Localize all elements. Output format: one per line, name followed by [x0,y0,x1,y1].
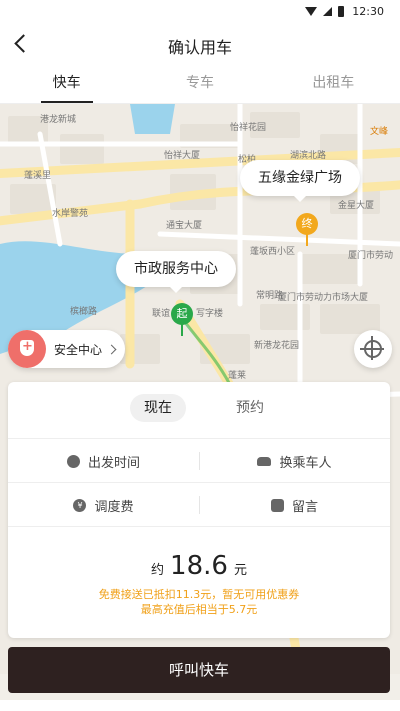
map-label: 厦门市劳动 [348,251,394,261]
end-pin: 终 [296,213,318,235]
start-pin-stem [181,324,183,336]
signal-icon [323,7,333,16]
options-row-2: ¥ 调度费 留言 [8,482,390,526]
yen-icon: ¥ [73,498,87,512]
map-label: 通宝大厦 [166,221,203,231]
map-label: 槟榔路 [70,307,98,317]
battery-icon [338,6,345,17]
price-estimate[interactable]: 约 18.6 元 免费接送已抵扣11.3元，暂无可用优惠券 最高充值后相当于5.… [8,526,390,638]
locate-button[interactable] [354,330,392,368]
dispatch-fee-label: 调度费 [94,499,134,515]
map-label: 蓬坂西小区 [250,247,296,257]
time-mode-switch: 现在 预约 [8,394,390,424]
chevron-right-icon [106,344,117,354]
service-tabs: 快车 专车 出租车 [0,64,400,104]
car-icon [257,456,272,466]
map-label: 写字楼 [196,309,224,319]
price-line: 约 18.6 元 [8,551,390,581]
order-card: 现在 预约 出发时间 换乘车人 ¥ 调度费 留言 约 18.6 元 免费接送已抵… [8,382,390,638]
price-value: 18.6 [170,551,228,581]
status-icons: 12:30 [305,5,384,18]
tab-express[interactable]: 快车 [0,64,133,103]
options-row-1: 出发时间 换乘车人 [8,438,390,482]
price-prefix: 约 [151,563,165,578]
crosshair-icon [360,348,384,350]
end-pin-stem [306,234,308,246]
departure-time-option[interactable]: 出发时间 [8,439,199,483]
wifi-icon [305,7,318,16]
price-unit: 元 [233,563,247,578]
message-icon [270,498,284,512]
dispatch-fee-option[interactable]: ¥ 调度费 [8,483,199,527]
map-label: 文峰 [370,127,389,137]
bottom-safe-area [0,700,400,711]
map-label: 水岸警苑 [52,209,89,219]
departure-time-label: 出发时间 [87,455,140,471]
shield-icon [8,330,46,368]
message-option[interactable]: 留言 [199,483,390,527]
map-label: 怡祥花园 [230,123,267,133]
call-express-button[interactable]: 呼叫快车 [8,647,390,693]
message-label: 留言 [291,499,318,515]
mode-now-button[interactable]: 现在 [130,394,186,422]
clock-icon [66,454,80,468]
header: 确认用车 [0,24,400,64]
map-label: 新港龙花园 [254,341,300,351]
map-label: 蓬莱 [228,371,247,381]
map-label: 联谊 [152,309,171,319]
map-label: 怡祥大厦 [164,151,201,161]
map-label: 港龙新城 [40,115,77,125]
promo-text-2: 最高充值后相当于5.7元 [140,603,258,616]
end-location-bubble[interactable]: 五缘金绿广场 [240,160,360,202]
tab-premier[interactable]: 专车 [133,64,266,103]
start-pin: 起 [171,303,193,325]
change-passenger-label: 换乘车人 [279,455,332,471]
status-bar: 12:30 [0,0,400,24]
start-location-bubble[interactable]: 市政服务中心 [116,251,236,293]
page-title: 确认用车 [167,38,232,57]
promo-text-1: 免费接送已抵扣11.3元，暂无可用优惠券 [98,588,300,601]
safety-center-button[interactable]: 安全中心 [8,330,126,368]
map-label: 蓬溪里 [24,171,52,181]
mode-reserve-button[interactable]: 预约 [222,394,278,422]
map-label: 厦门市劳动力市场大厦 [278,293,369,303]
change-passenger-option[interactable]: 换乘车人 [199,439,390,483]
tab-taxi[interactable]: 出租车 [267,64,400,103]
map-label: 金星大厦 [338,201,375,211]
status-time: 12:30 [352,5,384,18]
safety-center-label: 安全中心 [54,342,103,357]
